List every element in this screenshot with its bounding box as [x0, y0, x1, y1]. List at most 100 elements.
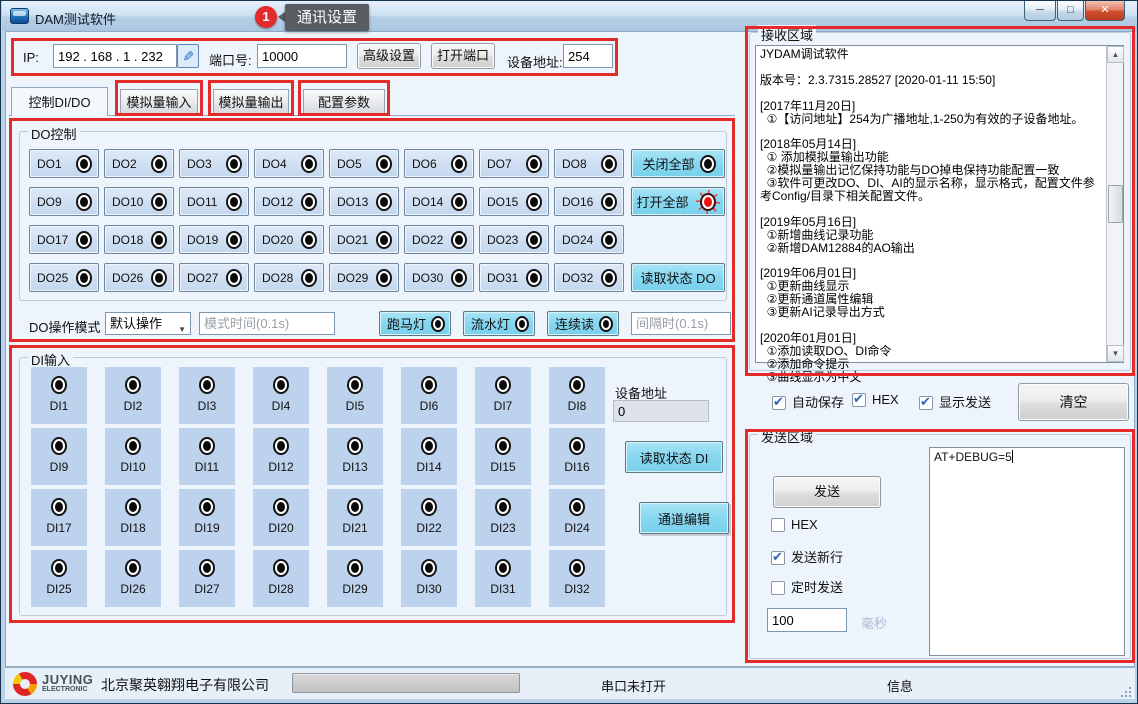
port-input[interactable] [257, 44, 347, 68]
send-interval-input[interactable] [767, 608, 847, 632]
do-mode-select[interactable]: 默认操作 ▼ [105, 312, 191, 335]
di-channel-indicator: DI28 [253, 550, 309, 607]
do-channel-button[interactable]: DO8 [554, 149, 624, 178]
advanced-settings-button[interactable]: 高级设置 [357, 43, 421, 69]
do-channel-button[interactable]: DO30 [404, 263, 474, 292]
do-channel-button[interactable]: DO10 [104, 187, 174, 216]
check-icon: ✔ [853, 391, 864, 407]
read-di-status-button[interactable]: 读取状态 DI [625, 441, 723, 473]
interval-time-input[interactable] [631, 312, 731, 335]
receive-scrollbar[interactable]: ▲ ▼ [1106, 46, 1123, 362]
edit-ip-button[interactable]: ✎ [177, 44, 199, 68]
led-icon [153, 233, 165, 247]
do-channel-button[interactable]: DO1 [29, 149, 99, 178]
send-textarea[interactable]: AT+DEBUG=5 [929, 447, 1125, 656]
led-icon [571, 500, 583, 514]
do-channel-button[interactable]: DO18 [104, 225, 174, 254]
do-channel-button[interactable]: DO6 [404, 149, 474, 178]
do-channel-grid: DO1DO2DO3DO4DO5DO6DO7DO8DO9DO10DO11DO12D… [29, 149, 624, 292]
do-channel-button[interactable]: DO24 [554, 225, 624, 254]
channel-edit-button[interactable]: 通道编辑 [639, 502, 729, 534]
di-device-address-input[interactable] [613, 400, 709, 422]
do-channel-button[interactable]: DO22 [404, 225, 474, 254]
do-channel-label: DO14 [412, 195, 443, 209]
marquee-light-button[interactable]: 跑马灯 [379, 311, 451, 336]
resize-grip[interactable] [1119, 685, 1131, 697]
do-channel-button[interactable]: DO29 [329, 263, 399, 292]
led-icon [53, 561, 65, 575]
led-icon [153, 157, 165, 171]
rx-hex-checkbox[interactable]: ✔HEX [852, 392, 899, 408]
open-all-button[interactable]: 打开全部 [631, 187, 725, 216]
do-channel-button[interactable]: DO12 [254, 187, 324, 216]
tab-analog-input[interactable]: 模拟量输入 [120, 89, 198, 116]
do-channel-button[interactable]: DO14 [404, 187, 474, 216]
send-newline-checkbox[interactable]: ✔发送新行 [771, 547, 843, 566]
do-channel-button[interactable]: DO3 [179, 149, 249, 178]
autosave-checkbox[interactable]: ✔自动保存 [772, 392, 844, 411]
di-channel-label: DI29 [342, 582, 367, 596]
send-hex-checkbox[interactable]: ✔HEX [771, 517, 818, 533]
do-channel-button[interactable]: DO15 [479, 187, 549, 216]
do-channel-button[interactable]: DO25 [29, 263, 99, 292]
mode-time-input[interactable] [199, 312, 335, 335]
led-icon [603, 195, 615, 209]
led-icon [702, 157, 714, 171]
receive-textarea[interactable]: JYDAM调试软件 版本号：2.3.7315.28527 [2020-01-11… [755, 45, 1124, 363]
do-channel-label: DO27 [187, 271, 218, 285]
do-mode-label: DO操作模式 [29, 317, 101, 336]
di-channel-indicator: DI5 [327, 367, 383, 424]
do-channel-button[interactable]: DO23 [479, 225, 549, 254]
do-channel-button[interactable]: DO20 [254, 225, 324, 254]
do-channel-button[interactable]: DO9 [29, 187, 99, 216]
do-channel-button[interactable]: DO4 [254, 149, 324, 178]
maximize-button[interactable]: □ [1057, 1, 1084, 21]
do-channel-button[interactable]: DO28 [254, 263, 324, 292]
di-channel-indicator: DI7 [475, 367, 531, 424]
led-icon [453, 271, 465, 285]
do-channel-button[interactable]: DO17 [29, 225, 99, 254]
tab-control-di-do[interactable]: 控制DI/DO [11, 87, 108, 116]
timed-send-checkbox[interactable]: ✔定时发送 [771, 577, 843, 596]
device-address-input[interactable] [563, 44, 613, 68]
do-channel-button[interactable]: DO27 [179, 263, 249, 292]
led-icon [571, 561, 583, 575]
flow-light-button[interactable]: 流水灯 [463, 311, 535, 336]
open-port-button[interactable]: 打开端口 [431, 43, 495, 69]
clear-button[interactable]: 清空 [1018, 383, 1129, 421]
do-channel-button[interactable]: DO13 [329, 187, 399, 216]
do-channel-button[interactable]: DO11 [179, 187, 249, 216]
read-do-status-button[interactable]: 读取状态 DO [631, 263, 725, 292]
send-button[interactable]: 发送 [773, 476, 881, 508]
do-channel-button[interactable]: DO2 [104, 149, 174, 178]
close-all-button[interactable]: 关闭全部 [631, 149, 725, 178]
do-channel-button[interactable]: DO7 [479, 149, 549, 178]
scroll-down-icon[interactable]: ▼ [1107, 345, 1124, 362]
do-channel-button[interactable]: DO21 [329, 225, 399, 254]
do-channel-button[interactable]: DO16 [554, 187, 624, 216]
scrollbar-thumb[interactable] [1108, 185, 1123, 223]
tab-config-params[interactable]: 配置参数 [303, 89, 385, 116]
led-icon [201, 439, 213, 453]
do-channel-button[interactable]: DO26 [104, 263, 174, 292]
ip-input[interactable] [53, 44, 177, 68]
di-channel-indicator: DI2 [105, 367, 161, 424]
do-channel-label: DO7 [487, 157, 512, 171]
do-channel-button[interactable]: DO31 [479, 263, 549, 292]
di-channel-indicator: DI24 [549, 489, 605, 546]
do-channel-button[interactable]: DO32 [554, 263, 624, 292]
do-channel-button[interactable]: DO5 [329, 149, 399, 178]
close-button[interactable]: ✕ [1085, 1, 1125, 21]
di-channel-label: DI18 [120, 521, 145, 535]
show-send-checkbox[interactable]: ✔显示发送 [919, 392, 991, 411]
window-title: DAM测试软件 [35, 9, 116, 28]
minimize-button[interactable]: ─ [1024, 1, 1056, 21]
tab-analog-output[interactable]: 模拟量输出 [213, 89, 289, 116]
do-channel-button[interactable]: DO19 [179, 225, 249, 254]
do-channel-label: DO21 [337, 233, 368, 247]
scroll-up-icon[interactable]: ▲ [1107, 46, 1124, 63]
led-icon [201, 500, 213, 514]
di-channel-label: DI24 [564, 521, 589, 535]
continuous-read-button[interactable]: 连续读 [547, 311, 619, 336]
di-channel-indicator: DI8 [549, 367, 605, 424]
